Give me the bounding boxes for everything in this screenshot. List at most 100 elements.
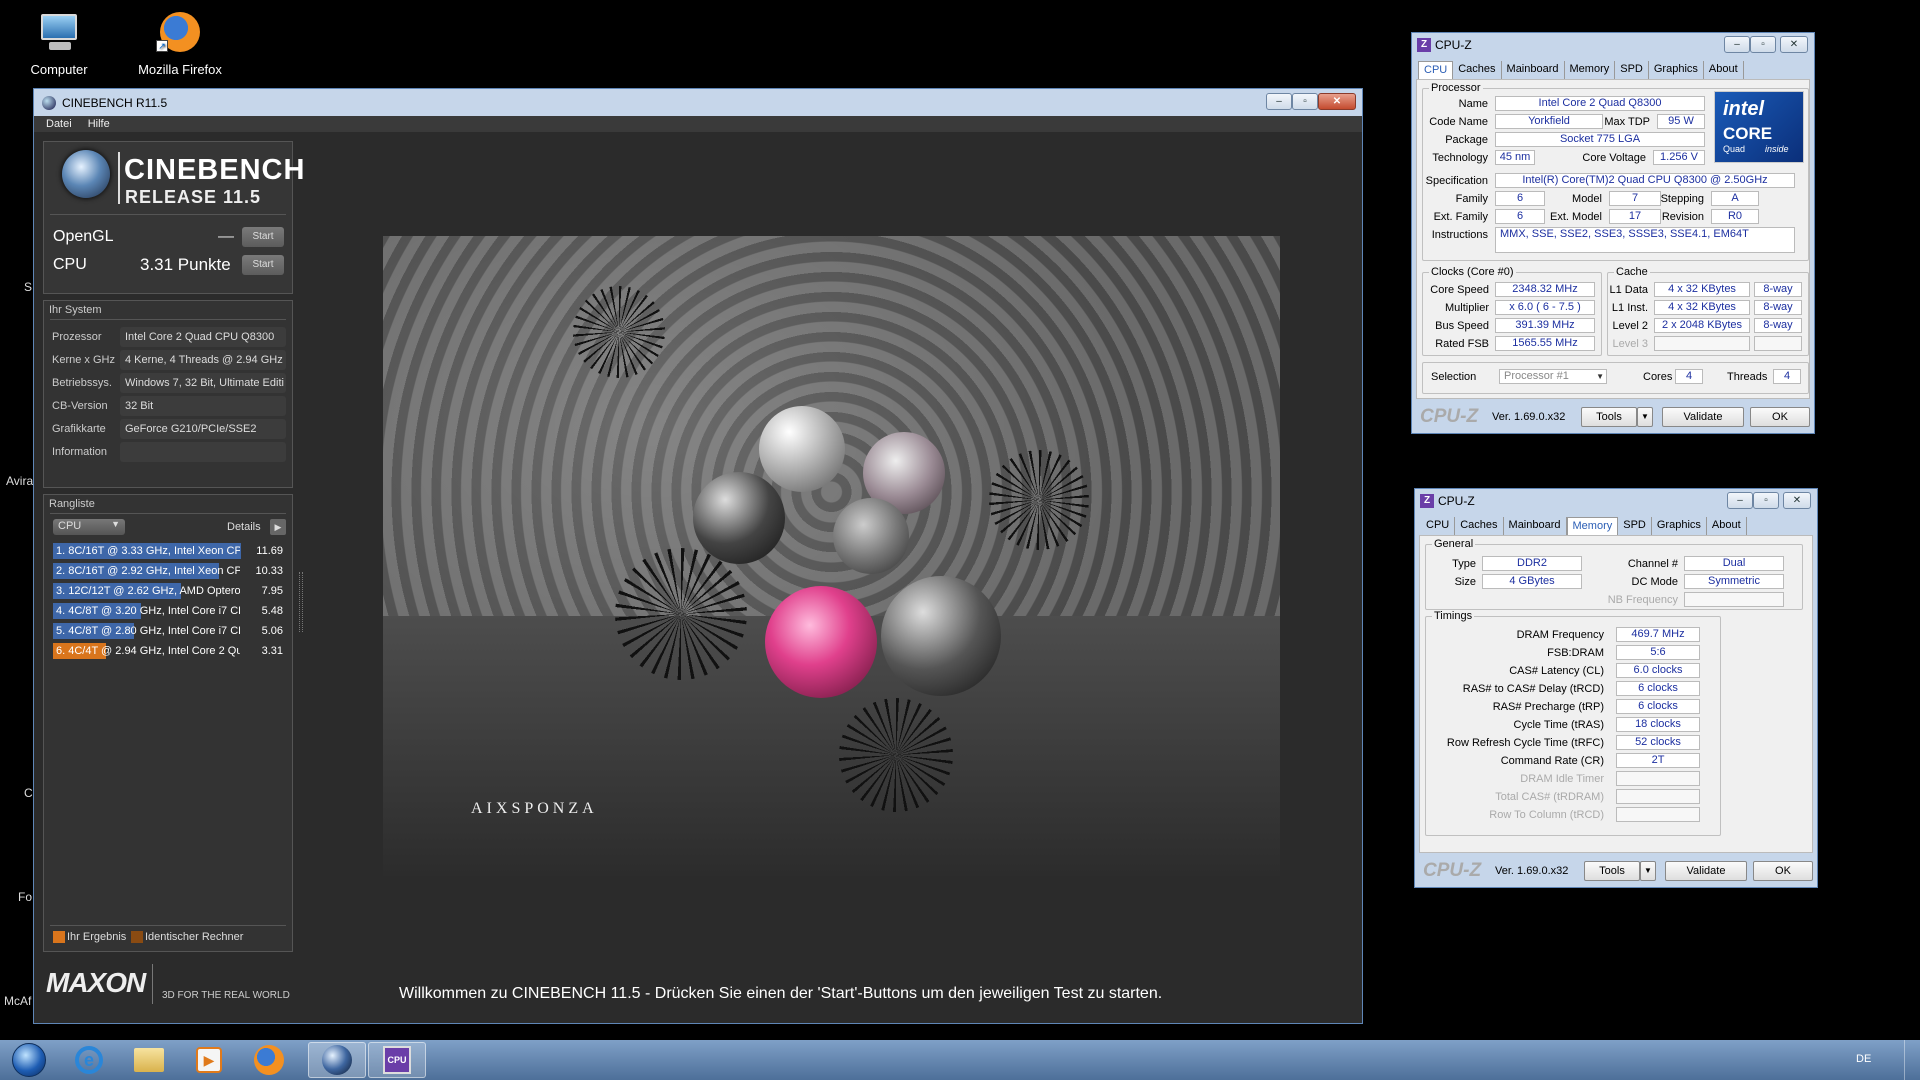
validate-button[interactable]: Validate [1665, 861, 1747, 881]
tab-about[interactable]: About [1704, 61, 1744, 79]
legend-own-swatch [53, 931, 65, 943]
taskbar-media-player[interactable]: ▶ [180, 1042, 238, 1078]
ranking-row[interactable]: 1. 8C/16T @ 3.33 GHz, Intel Xeon CP 11.69 [53, 543, 285, 559]
processor-select[interactable]: Processor #1 ▼ [1499, 369, 1607, 384]
tab-mainboard[interactable]: Mainboard [1504, 517, 1567, 535]
ranking-row[interactable]: 5. 4C/8T @ 2.80 GHz, Intel Core i7 CPI 5.… [53, 623, 285, 639]
maxtdp-field: 95 W [1657, 114, 1705, 129]
tools-button[interactable]: Tools [1581, 407, 1637, 427]
taskbar-cpuz[interactable]: CPU [368, 1042, 426, 1078]
tab-cpu[interactable]: CPU [1418, 61, 1454, 79]
package-label: Package [1445, 134, 1488, 146]
language-indicator[interactable]: DE [1856, 1053, 1871, 1065]
firefox-icon: ↗ [156, 10, 204, 56]
cinebench-window-title: CINEBENCH R11.5 [62, 95, 168, 110]
close-button[interactable]: ✕ [1318, 93, 1356, 110]
validate-button[interactable]: Validate [1662, 407, 1744, 427]
tab-graphics[interactable]: Graphics [1652, 517, 1707, 535]
tab-spd[interactable]: SPD [1615, 61, 1649, 79]
taskbar-internet-explorer[interactable]: e [60, 1042, 118, 1078]
close-button[interactable]: ✕ [1780, 36, 1808, 53]
threads-field: 4 [1773, 369, 1801, 384]
system-row: Grafikkarte GeForce G210/PCIe/SSE2 [52, 419, 286, 439]
ok-button[interactable]: OK [1753, 861, 1813, 881]
cpu-start-button[interactable]: Start [242, 255, 284, 275]
cpuz-memory-titlebar[interactable]: Z CPU-Z – ▫ ✕ [1415, 489, 1817, 513]
maximize-button[interactable]: ▫ [1292, 93, 1318, 110]
tools-dropdown-button[interactable]: ▼ [1637, 407, 1653, 427]
desktop-edge-label: McAf [4, 994, 32, 1008]
tab-caches[interactable]: Caches [1455, 517, 1504, 535]
close-button[interactable]: ✕ [1783, 492, 1811, 509]
start-button[interactable] [0, 1042, 58, 1078]
ok-button[interactable]: OK [1750, 407, 1810, 427]
explorer-folder-icon [134, 1048, 164, 1072]
ranking-row[interactable]: 2. 8C/16T @ 2.92 GHz, Intel Xeon CP 10.33 [53, 563, 285, 579]
system-row: Information [52, 442, 286, 462]
tab-graphics[interactable]: Graphics [1649, 61, 1704, 79]
cpuz-cpu-titlebar[interactable]: Z CPU-Z – ▫ ✕ [1412, 33, 1814, 57]
taskbar-explorer[interactable] [120, 1042, 178, 1078]
stepping-field: A [1711, 191, 1759, 206]
ranking-row[interactable]: 6. 4C/4T @ 2.94 GHz, Intel Core 2 Qua 3.3… [53, 643, 285, 659]
ranking-details-button[interactable]: ▶ [270, 519, 286, 535]
menu-hilfe[interactable]: Hilfe [88, 118, 110, 130]
taskbar-cinebench[interactable] [308, 1042, 366, 1078]
desktop-icon-computer[interactable]: Computer [9, 4, 109, 77]
channel-field: Dual [1684, 556, 1784, 571]
cores-label: Cores [1643, 371, 1673, 383]
tools-dropdown-button[interactable]: ▼ [1640, 861, 1656, 881]
minimize-button[interactable]: – [1724, 36, 1750, 53]
intel-logo-brand: intel [1723, 98, 1765, 120]
minimize-button[interactable]: – [1727, 492, 1753, 509]
maxtdp-label: Max TDP [1604, 116, 1650, 128]
clocks-title: Clocks (Core #0) [1429, 266, 1516, 278]
cpuz-footer-logo: CPU-Z [1423, 860, 1482, 881]
ranking-select[interactable]: CPU ▼ [53, 519, 125, 535]
status-message: Willkommen zu CINEBENCH 11.5 - Drücken S… [399, 985, 1163, 1002]
desktop-icon-label: Computer [30, 62, 88, 77]
timing-value: 52 clocks [1616, 735, 1700, 750]
codename-label: Code Name [1429, 116, 1488, 128]
tools-button[interactable]: Tools [1584, 861, 1640, 881]
timing-label: Row Refresh Cycle Time (tRFC) [1446, 737, 1604, 749]
tab-about[interactable]: About [1707, 517, 1747, 535]
taskbar-firefox[interactable] [240, 1042, 298, 1078]
maximize-button[interactable]: ▫ [1750, 36, 1776, 53]
maximize-button[interactable]: ▫ [1753, 492, 1779, 509]
cinebench-body: CINEBENCH RELEASE 11.5 OpenGL — Start CP… [34, 132, 1362, 1023]
family-field: 6 [1495, 191, 1545, 206]
tab-cpu[interactable]: CPU [1421, 517, 1456, 535]
minimize-button[interactable]: – [1266, 93, 1292, 110]
menu-datei[interactable]: Datei [46, 118, 72, 130]
ranking-select-value: CPU [58, 520, 82, 532]
system-title: Ihr System [49, 304, 102, 316]
timing-label: FSB:DRAM [1547, 647, 1604, 659]
tab-caches[interactable]: Caches [1453, 61, 1502, 79]
show-desktop-button[interactable] [1904, 1040, 1920, 1080]
tab-memory[interactable]: Memory [1565, 61, 1616, 79]
ranking-score: 7.95 [261, 585, 283, 597]
render-sphere [765, 586, 877, 698]
timing-label: Cycle Time (tRAS) [1513, 719, 1604, 731]
type-field: DDR2 [1482, 556, 1582, 571]
tab-mainboard[interactable]: Mainboard [1502, 61, 1565, 79]
cinebench-menubar: Datei Hilfe [34, 116, 1362, 132]
intel-logo-line: CORE [1723, 124, 1773, 143]
selection-label: Selection [1431, 371, 1477, 383]
ranking-row[interactable]: 3. 12C/12T @ 2.62 GHz, AMD Opteron 7.95 [53, 583, 285, 599]
system-row-value: Windows 7, 32 Bit, Ultimate Editi [120, 373, 286, 393]
system-row-key: Grafikkarte [52, 423, 106, 435]
instructions-field: MMX, SSE, SSE2, SSE3, SSSE3, SSE4.1, EM6… [1495, 227, 1795, 253]
cpuz-cpu-footer: CPU-Z Ver. 1.69.0.x32 Tools ▼ Validate O… [1416, 405, 1810, 429]
panel-splitter-handle[interactable] [299, 572, 303, 632]
desktop-icon-firefox[interactable]: ↗ Mozilla Firefox [130, 4, 230, 77]
render-flower [573, 286, 665, 378]
tab-memory[interactable]: Memory [1566, 517, 1619, 535]
ranking-row[interactable]: 4. 4C/8T @ 3.20 GHz, Intel Core i7 CPI 5.… [53, 603, 285, 619]
cinebench-titlebar[interactable]: CINEBENCH R11.5 – ▫ ✕ [34, 89, 1362, 116]
tab-spd[interactable]: SPD [1618, 517, 1652, 535]
render-sphere [759, 406, 845, 492]
opengl-start-button[interactable]: Start [242, 227, 284, 247]
name-field: Intel Core 2 Quad Q8300 [1495, 96, 1705, 111]
